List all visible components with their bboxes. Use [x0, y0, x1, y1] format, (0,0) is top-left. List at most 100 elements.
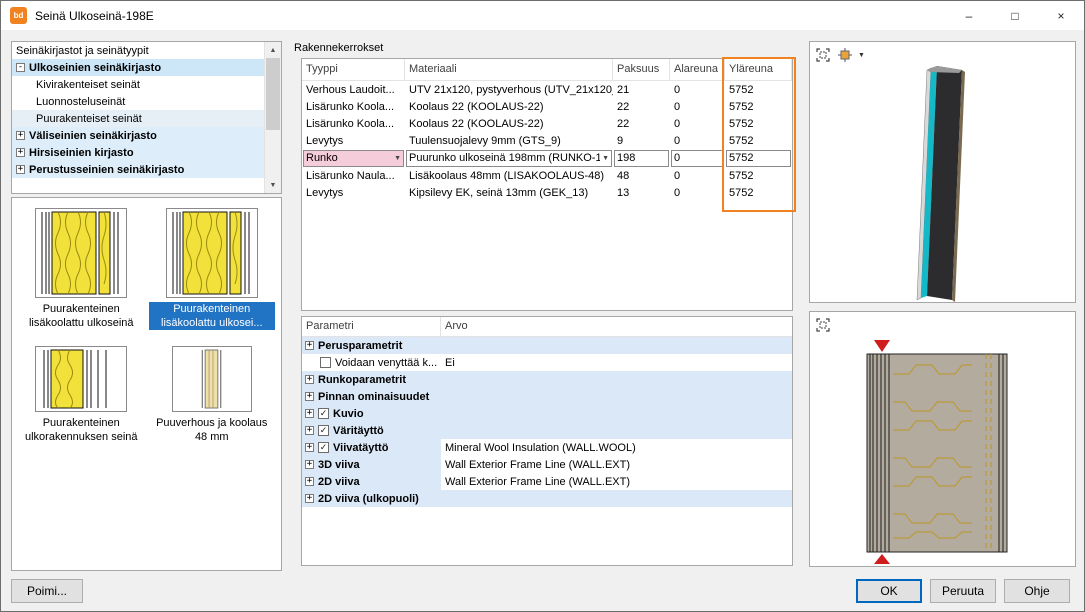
chevron-down-icon[interactable]: ▼: [858, 52, 865, 59]
layer-type-value: Runko: [306, 152, 338, 164]
parameter-row[interactable]: +Pinnan ominaisuudet: [302, 388, 792, 405]
layer-row[interactable]: Verhous Laudoit...UTV 21x120, pystyverho…: [302, 81, 792, 98]
layer-cell-tyyppi: Levytys: [302, 132, 405, 149]
expand-icon[interactable]: +: [16, 131, 25, 140]
collapse-icon[interactable]: -: [16, 63, 25, 72]
thumbnail-item[interactable]: Puurakenteinen lisäkoolattu ulkoseinä: [16, 208, 147, 330]
layer-top-edge-input[interactable]: [726, 150, 791, 167]
parameter-value: Mineral Wool Insulation (WALL.WOOL): [441, 442, 792, 454]
tree-item-label: Väliseinien seinäkirjasto: [29, 130, 157, 142]
layer-cell-materiaali: Tuulensuojalevy 9mm (GTS_9): [405, 132, 613, 149]
view-orientation-icon[interactable]: [836, 46, 854, 64]
scroll-up-icon[interactable]: ▲: [265, 42, 281, 58]
layer-cell-tyyppi: Lisärunko Koola...: [302, 115, 405, 132]
tree-scrollbar[interactable]: ▲ ▼: [264, 42, 281, 193]
tree-item[interactable]: +Hirsiseinien kirjasto: [12, 144, 264, 161]
expand-icon[interactable]: +: [16, 148, 25, 157]
scrollbar-thumb[interactable]: [266, 58, 280, 130]
layer-row[interactable]: LevytysTuulensuojalevy 9mm (GTS_9)905752: [302, 132, 792, 149]
thumbnail-image: [35, 346, 127, 412]
thumbnail-label: Puurakenteinen lisäkoolattu ulkoseinä: [18, 302, 144, 330]
thumbnail-label: Puurakenteinen ulkorakennuksen seinä: [18, 416, 144, 444]
parameter-row[interactable]: Voidaan venyttää k...Ei: [302, 354, 792, 371]
thumbnail-image: [172, 346, 252, 412]
layer-row[interactable]: Lisärunko Koola...Koolaus 22 (KOOLAUS-22…: [302, 98, 792, 115]
layer-cell-paksuus: 13: [613, 184, 670, 201]
chevron-down-icon: ▼: [602, 155, 609, 162]
layer-row[interactable]: Runko▼Puurunko ulkoseinä 198mm (RUNKO-19…: [302, 149, 792, 167]
preview-2d-toolbar: [814, 316, 832, 334]
checkbox-checked[interactable]: ✓: [318, 408, 329, 419]
thumbnail-item[interactable]: Puurakenteinen lisäkoolattu ulkosei...: [147, 208, 278, 330]
pick-button[interactable]: Poimi...: [11, 579, 83, 603]
layer-thickness-input[interactable]: [614, 150, 669, 167]
tree-item[interactable]: Kivirakenteiset seinät: [12, 76, 264, 93]
tree-item[interactable]: +Perustusseinien seinäkirjasto: [12, 161, 264, 178]
parameter-value: Wall Exterior Frame Line (WALL.EXT): [441, 476, 792, 488]
layer-cell-ylareuna: 5752: [725, 98, 792, 115]
layer-cell-alareuna: 0: [670, 132, 725, 149]
parameter-row[interactable]: +✓ViivatäyttöMineral Wool Insulation (WA…: [302, 439, 792, 456]
layer-cell-paksuus: 9: [613, 132, 670, 149]
parameters-table: Parametri Arvo +PerusparametritVoidaan v…: [301, 316, 793, 566]
layer-cell-tyyppi: Levytys: [302, 184, 405, 201]
expand-icon[interactable]: +: [16, 165, 25, 174]
scroll-down-icon[interactable]: ▼: [265, 177, 281, 193]
expand-icon[interactable]: +: [305, 460, 314, 469]
thumbnail-image: [35, 208, 127, 298]
layers-table-body: Verhous Laudoit...UTV 21x120, pystyverho…: [302, 81, 792, 201]
tree-item[interactable]: Luonnosteluseinät: [12, 93, 264, 110]
tree-item[interactable]: Puurakenteiset seinät: [12, 110, 264, 127]
expand-icon[interactable]: +: [305, 477, 314, 486]
expand-icon[interactable]: +: [305, 426, 314, 435]
parameter-row[interactable]: +✓Väritäyttö: [302, 422, 792, 439]
checkbox-checked[interactable]: ✓: [318, 425, 329, 436]
zoom-fit-icon[interactable]: [814, 46, 832, 64]
layer-row[interactable]: Lisärunko Naula...Lisäkoolaus 48mm (LISA…: [302, 167, 792, 184]
scrollbar-track[interactable]: [265, 58, 281, 177]
expand-icon[interactable]: +: [305, 409, 314, 418]
layer-row[interactable]: LevytysKipsilevy EK, seinä 13mm (GEK_13)…: [302, 184, 792, 201]
thumbnail-item[interactable]: Puurakenteinen ulkorakennuksen seinä: [16, 346, 147, 444]
expand-icon[interactable]: +: [305, 375, 314, 384]
layers-column-header: Materiaali: [405, 59, 613, 80]
window-controls: – □ ×: [946, 1, 1084, 30]
parameter-row[interactable]: +Runkoparametrit: [302, 371, 792, 388]
layer-material-combobox[interactable]: Puurunko ulkoseinä 198mm (RUNKO-198)▼: [406, 150, 612, 167]
tree-item[interactable]: + Väliseinien seinäkirjasto: [12, 127, 264, 144]
layer-cell-ylareuna: 5752: [725, 167, 792, 184]
thumbnail-label: Puurakenteinen lisäkoolattu ulkosei...: [149, 302, 275, 330]
thumbnail-item[interactable]: Puuverhous ja koolaus 48 mm: [147, 346, 278, 444]
close-icon[interactable]: ×: [1038, 1, 1084, 30]
parameter-row[interactable]: +✓Kuvio: [302, 405, 792, 422]
app-icon: bd: [10, 7, 27, 24]
expand-icon[interactable]: +: [305, 341, 314, 350]
parameter-row[interactable]: +2D viivaWall Exterior Frame Line (WALL.…: [302, 473, 792, 490]
parameter-row[interactable]: +3D viivaWall Exterior Frame Line (WALL.…: [302, 456, 792, 473]
tree-item[interactable]: -Ulkoseinien seinäkirjasto: [12, 59, 264, 76]
titlebar: bd Seinä Ulkoseinä-198E – □ ×: [1, 1, 1084, 31]
layer-cell-alareuna: 0: [670, 184, 725, 201]
layers-column-header: Paksuus: [613, 59, 670, 80]
parameter-row[interactable]: +2D viiva (ulkopuoli): [302, 490, 792, 507]
checkbox-checked[interactable]: ✓: [318, 442, 329, 453]
expand-icon[interactable]: +: [305, 494, 314, 503]
parameter-label: Voidaan venyttää k...: [335, 357, 437, 369]
minimize-icon[interactable]: –: [946, 1, 992, 30]
layer-cell-alareuna: 0: [670, 115, 725, 132]
thumbnail-image: [166, 208, 258, 298]
maximize-icon[interactable]: □: [992, 1, 1038, 30]
cancel-button[interactable]: Peruuta: [930, 579, 996, 603]
layer-cell-paksuus: 48: [613, 167, 670, 184]
checkbox-unchecked[interactable]: [320, 357, 331, 368]
help-button[interactable]: Ohje: [1004, 579, 1070, 603]
layer-bottom-edge-input[interactable]: [671, 150, 724, 167]
expand-icon[interactable]: +: [305, 443, 314, 452]
expand-icon[interactable]: +: [305, 392, 314, 401]
parameter-label: 3D viiva: [318, 459, 360, 471]
layer-type-combobox[interactable]: Runko▼: [303, 150, 404, 167]
zoom-fit-icon[interactable]: [814, 316, 832, 334]
layer-row[interactable]: Lisärunko Koola...Koolaus 22 (KOOLAUS-22…: [302, 115, 792, 132]
parameter-row[interactable]: +Perusparametrit: [302, 337, 792, 354]
ok-button[interactable]: OK: [856, 579, 922, 603]
